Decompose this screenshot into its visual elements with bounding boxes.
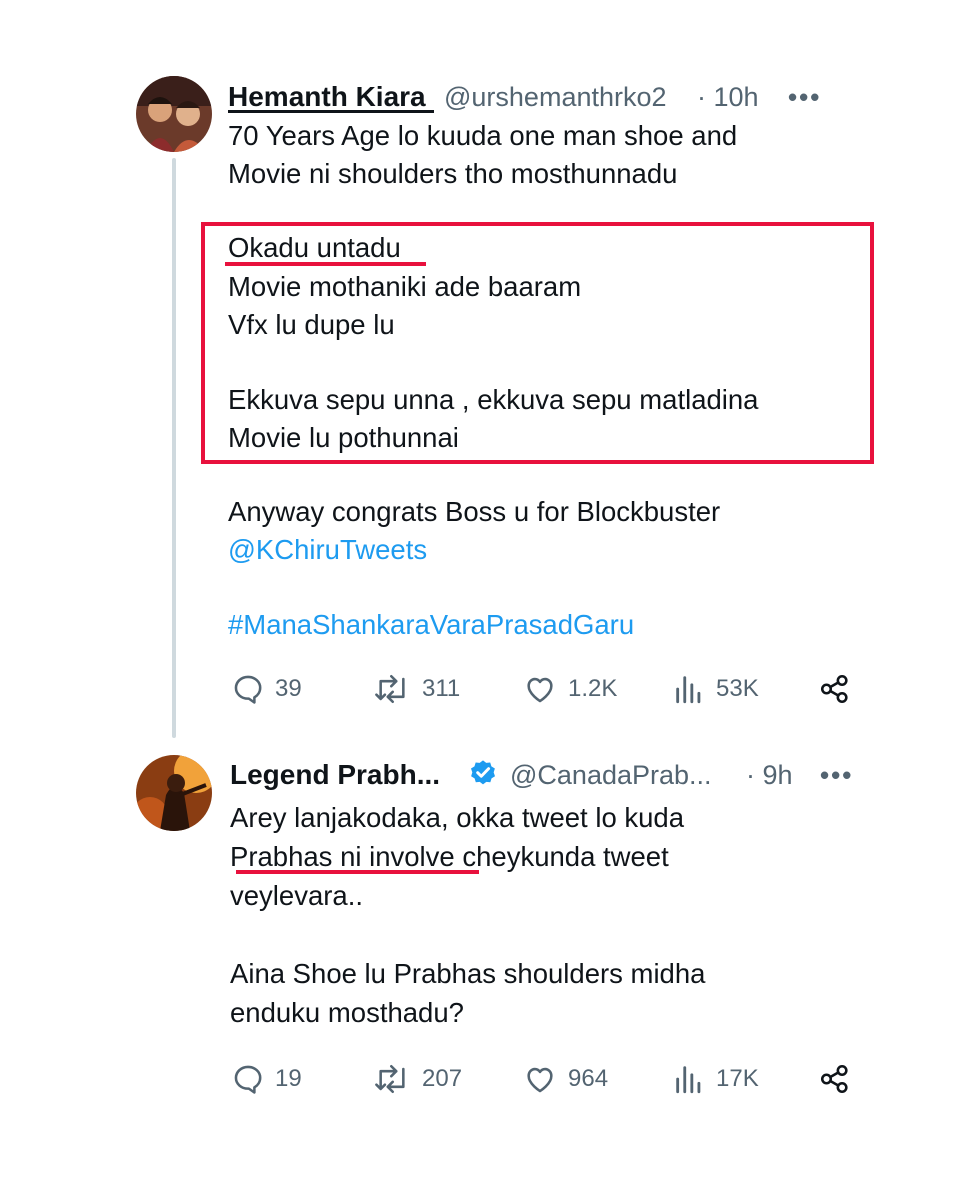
views-button[interactable]: 53K <box>672 672 759 706</box>
tweet-timestamp[interactable]: · 10h <box>697 82 759 113</box>
avatar-image <box>136 76 212 152</box>
views-icon <box>676 1066 701 1094</box>
reply-icon <box>234 1065 262 1094</box>
repost-count: 311 <box>422 675 461 702</box>
verified-badge-icon <box>467 758 499 795</box>
mention-link[interactable]: @KChiruTweets <box>228 531 427 569</box>
repost-button[interactable]: 311 <box>372 672 460 706</box>
tweet-text-line: Aina Shoe lu Prabhas shoulders midha <box>230 958 706 989</box>
tweet-text-line: veylevara.. <box>230 880 363 911</box>
highlight-underline <box>225 262 426 266</box>
tweet-text-line: 70 Years Age lo kuuda one man shoe and <box>228 120 738 151</box>
tweet-text-line: Anyway congrats Boss u for Blockbuster <box>228 496 721 527</box>
tweet-timestamp[interactable]: · 9h <box>746 760 793 791</box>
views-count: 53K <box>716 675 759 702</box>
hashtag-link[interactable]: #ManaShankaraVaraPrasadGaru <box>228 606 634 644</box>
like-button[interactable]: 964 <box>522 1062 608 1096</box>
reply-button[interactable]: 19 <box>231 1062 302 1096</box>
repost-icon <box>375 674 405 704</box>
like-count: 964 <box>568 1065 609 1092</box>
thread-connector-line <box>172 158 176 738</box>
like-count: 1.2K <box>568 675 618 702</box>
views-count: 17K <box>716 1065 759 1092</box>
more-icon[interactable]: ••• <box>820 760 853 791</box>
share-icon <box>820 1064 848 1094</box>
author-handle[interactable]: @CanadaPrab... <box>510 760 712 791</box>
share-button[interactable] <box>818 672 852 706</box>
reply-count: 19 <box>275 1065 302 1092</box>
author-name-underline <box>228 110 434 113</box>
tweet-text-line: Arey lanjakodaka, okka tweet lo kuda <box>230 802 685 833</box>
author-name[interactable]: Legend Prabh... <box>230 759 440 791</box>
avatar-legend-prabhas[interactable] <box>136 755 212 831</box>
tweet-text-line: Movie lu pothunnai <box>228 422 459 453</box>
like-button[interactable]: 1.2K <box>522 672 617 706</box>
reply-icon <box>234 675 262 704</box>
avatar-hemanth-kiara[interactable] <box>136 76 212 152</box>
repost-count: 207 <box>422 1065 463 1092</box>
author-name[interactable]: Hemanth Kiara <box>228 81 426 113</box>
more-icon[interactable]: ••• <box>788 82 821 113</box>
repost-icon <box>375 1064 405 1094</box>
tweet-text-line: Movie mothaniki ade baaram <box>228 271 582 302</box>
tweet-text-line: enduku mosthadu? <box>230 997 464 1028</box>
tweet-text-line: Ekkuva sepu unna , ekkuva sepu matladina <box>228 384 759 415</box>
like-icon <box>527 1067 553 1093</box>
reply-button[interactable]: 39 <box>231 672 302 706</box>
share-button[interactable] <box>818 1062 852 1096</box>
avatar-image <box>136 755 212 831</box>
views-button[interactable]: 17K <box>672 1062 759 1096</box>
tweet-text-line: Movie ni shoulders tho mosthunnadu <box>228 158 678 189</box>
author-handle[interactable]: @urshemanthrko2 <box>444 82 667 113</box>
tweet-text-line: Vfx lu dupe lu <box>228 309 395 340</box>
views-icon <box>676 676 701 704</box>
reply-count: 39 <box>275 675 302 702</box>
like-icon <box>527 677 553 703</box>
highlight-underline <box>236 870 479 874</box>
share-icon <box>820 674 848 704</box>
repost-button[interactable]: 207 <box>372 1062 462 1096</box>
